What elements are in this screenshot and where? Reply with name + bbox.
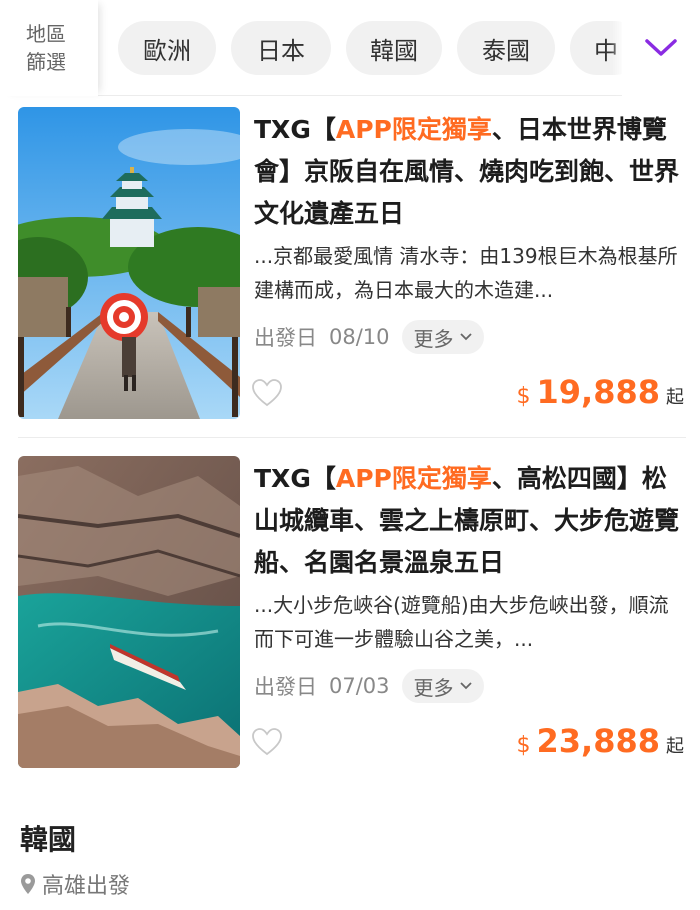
departure-date: 08/10 <box>329 325 390 349</box>
departure-date: 07/03 <box>329 674 390 698</box>
price-currency: $ <box>516 733 531 758</box>
product-image[interactable] <box>18 456 240 768</box>
expand-regions-button[interactable] <box>622 0 700 96</box>
product-card[interactable]: TXG【APP限定獨享、高松四國】松山城纜車、雲之上檮原町、大步危遊覽船、名園名… <box>0 456 700 768</box>
departure-row: 出發日 08/10 更多 <box>254 320 484 354</box>
price-currency: $ <box>516 384 531 409</box>
title-prefix: TXG【 <box>254 464 336 493</box>
more-dates-button[interactable]: 更多 <box>401 320 484 354</box>
product-title[interactable]: TXG【APP限定獨享、高松四國】松山城纜車、雲之上檮原町、大步危遊覽船、名園名… <box>254 458 684 584</box>
section-subtitle: 高雄出發 <box>42 874 131 899</box>
chip-china[interactable]: 中 <box>570 21 624 75</box>
location-pin-icon <box>21 874 35 894</box>
gorge-boat-photo <box>18 456 240 768</box>
title-highlight: APP限定獨享 <box>335 464 492 493</box>
chip-europe[interactable]: 歐洲 <box>118 21 216 75</box>
price-block: $ 23,888 起 <box>517 722 684 760</box>
price-block: $ 19,888 起 <box>517 373 684 411</box>
chevron-down-icon <box>645 39 677 56</box>
chip-japan[interactable]: 日本 <box>231 21 331 75</box>
region-filter-bar: 地區 篩選 歐洲 日本 韓國 泰國 中 <box>0 0 700 96</box>
departure-label: 出發日 <box>254 326 317 350</box>
product-image[interactable] <box>18 107 240 419</box>
title-prefix: TXG【 <box>254 115 336 144</box>
departure-row: 出發日 07/03 更多 <box>254 669 484 703</box>
product-title[interactable]: TXG【APP限定獨享、日本世界博覽會】京阪自在風情、燒肉吃到飽、世界文化遺產五… <box>254 109 684 235</box>
region-filter-label: 地區 篩選 <box>0 0 98 96</box>
chevron-down-icon <box>459 333 472 341</box>
divider <box>18 437 686 438</box>
favorite-heart-icon[interactable] <box>252 728 282 756</box>
price-suffix: 起 <box>666 387 684 408</box>
product-card[interactable]: TXG【APP限定獨享、日本世界博覽會】京阪自在風情、燒肉吃到飽、世界文化遺產五… <box>0 107 700 419</box>
more-dates-label: 更多 <box>413 675 454 700</box>
departure-label: 出發日 <box>254 675 317 699</box>
more-dates-button[interactable]: 更多 <box>401 669 484 703</box>
product-description: ...大小步危峽谷(遊覽船)由大步危峽出發，順流而下可進一步體驗山谷之美，... <box>254 593 669 651</box>
section-title: 韓國 <box>20 823 77 856</box>
price-suffix: 起 <box>666 736 684 757</box>
filter-label-line2: 篩選 <box>26 50 66 74</box>
title-highlight: APP限定獨享 <box>335 115 492 144</box>
filter-label-line1: 地區 <box>26 22 66 46</box>
chip-thailand[interactable]: 泰國 <box>457 21 555 75</box>
price-amount: 19,888 <box>536 373 660 411</box>
price-amount: 23,888 <box>536 722 660 760</box>
product-description: ...京都最愛風情 清水寺：由139根巨木為根基所建構而成，為日本最大的木造建.… <box>254 244 678 302</box>
favorite-heart-icon[interactable] <box>252 379 282 407</box>
osaka-castle-photo <box>18 107 240 419</box>
chevron-down-icon <box>459 682 472 690</box>
more-dates-label: 更多 <box>413 326 454 351</box>
section-subtitle-row: 高雄出發 <box>20 868 130 900</box>
region-chip-list[interactable]: 歐洲 日本 韓國 泰國 中 <box>104 0 624 96</box>
chip-korea[interactable]: 韓國 <box>346 21 442 75</box>
